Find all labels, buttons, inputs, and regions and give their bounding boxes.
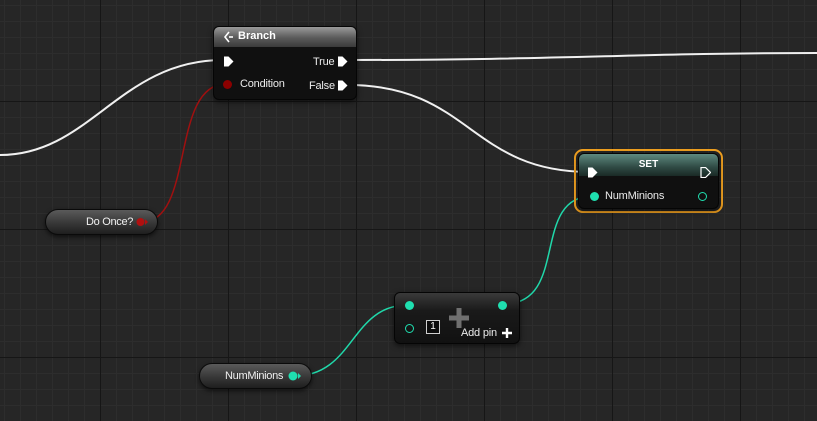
exec-wire-true [347,52,817,61]
add-pin-label[interactable]: Add pin [461,327,497,339]
add-pin-icon[interactable] [502,328,512,338]
bool-output-pin[interactable] [136,217,148,227]
add-output-pin[interactable] [498,301,507,310]
set-value-in-pin[interactable] [590,192,599,201]
add-input-a-pin[interactable] [405,301,414,310]
do-once-label: Do Once? [86,216,134,228]
do-once-getter-node[interactable]: Do Once? [45,209,158,235]
int-output-pin[interactable] [288,371,302,381]
set-node-header[interactable]: SET [579,154,718,176]
set-exec-out-pin[interactable] [700,167,711,178]
add-plus-icon [449,308,469,328]
branch-true-label: True [313,56,335,68]
numminions-label: NumMinions [225,370,284,382]
bool-wire-condition [141,83,227,223]
branch-icon [223,31,233,43]
branch-false-pin[interactable] [337,80,348,91]
add-input-b-value: 1 [430,321,436,332]
branch-condition-label: Condition [240,78,285,90]
set-var-label: NumMinions [605,190,665,202]
add-input-b-pin[interactable] [405,324,414,333]
branch-true-pin[interactable] [337,56,348,67]
branch-node-header[interactable]: Branch [214,27,356,47]
int-wire-numminions-to-add [293,304,409,377]
branch-false-label: False [309,80,335,92]
branch-node[interactable]: Branch Condition True False [213,26,357,100]
set-value-out-pin[interactable] [698,192,707,201]
exec-wire-false [347,84,591,173]
exec-wire-in [0,59,224,156]
branch-title: Branch [238,30,276,42]
set-title: SET [638,159,659,170]
add-input-b-field[interactable]: 1 [426,320,440,334]
numminions-getter-node[interactable]: NumMinions [199,363,312,389]
branch-condition-pin[interactable] [223,80,232,89]
set-node[interactable]: SET NumMinions [578,153,719,209]
branch-exec-in-pin[interactable] [223,56,234,67]
add-node[interactable]: 1 Add pin [394,292,520,344]
set-exec-in-pin[interactable] [587,167,598,178]
